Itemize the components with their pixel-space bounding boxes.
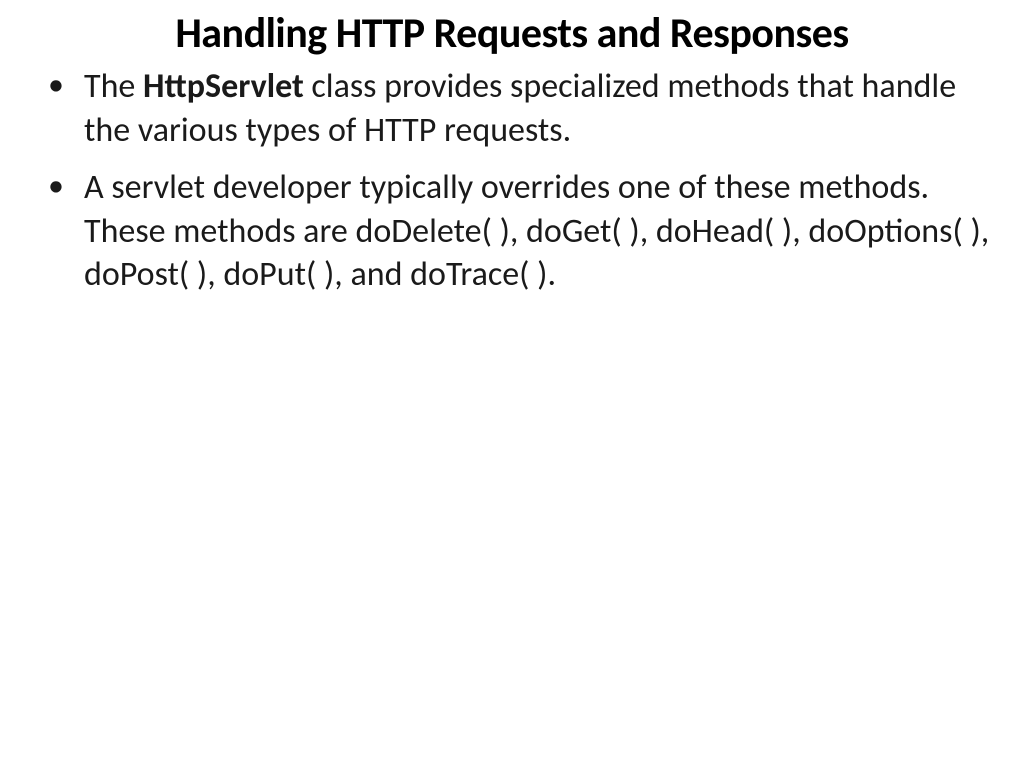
bullet-text: A servlet developer typically overrides … — [84, 167, 989, 295]
slide-container: Handling HTTP Requests and Responses The… — [0, 0, 1024, 341]
bullet-item-1: The HttpServlet class provides specializ… — [84, 65, 994, 152]
bullet-item-2: A servlet developer typically overrides … — [84, 166, 994, 297]
bullet-text-prefix: The — [84, 66, 143, 107]
slide-content: The HttpServlet class provides specializ… — [30, 65, 994, 297]
bullet-text-bold: HttpServlet — [143, 66, 304, 107]
slide-title: Handling HTTP Requests and Responses — [30, 8, 994, 59]
